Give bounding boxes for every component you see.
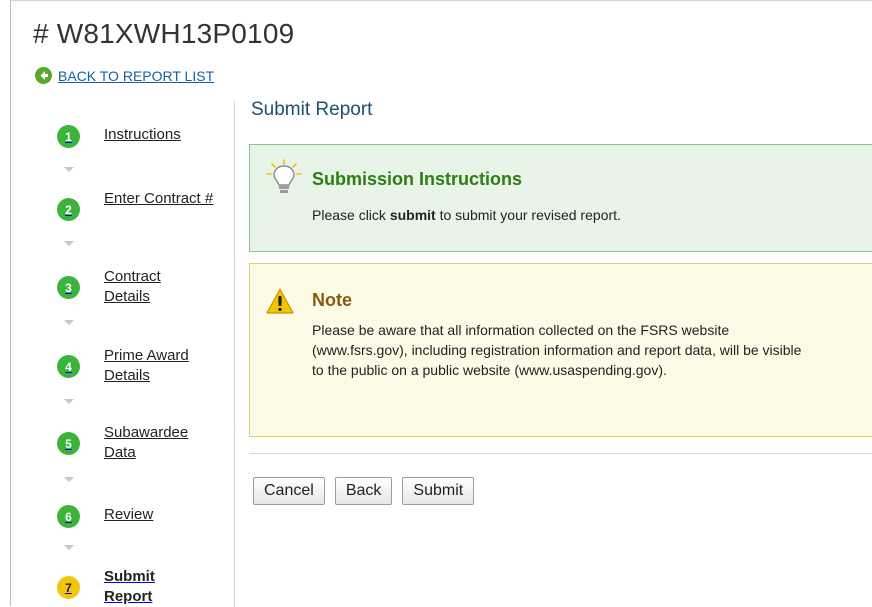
divider: [249, 453, 872, 454]
instructions-text-end: to submit your revised report.: [435, 207, 621, 223]
step-instructions[interactable]: 1 Instructions: [57, 125, 224, 148]
step-connector-icon: [64, 545, 74, 550]
back-arrow-icon: [35, 67, 52, 84]
step-number-badge: 4: [57, 355, 80, 378]
step-contract-details[interactable]: 3 Contract Details: [57, 267, 204, 307]
step-connector-icon: [64, 477, 74, 482]
instructions-text: Please click submit to submit your revis…: [312, 205, 621, 225]
step-number-badge: 5: [57, 432, 80, 455]
step-connector-icon: [64, 320, 74, 325]
step-number-badge: 2: [57, 198, 80, 221]
instructions-heading: Submission Instructions: [312, 169, 523, 189]
step-number-badge: 1: [57, 125, 80, 148]
back-to-report-list-link[interactable]: BACK TO REPORT LIST: [35, 67, 214, 84]
back-link-label: BACK TO REPORT LIST: [58, 67, 215, 84]
note-panel: Note Please be aware that all informatio…: [249, 263, 872, 437]
page-title: # W81XWH13P0109: [33, 18, 295, 49]
step-submit-report[interactable]: 7 Submit Report: [57, 567, 174, 607]
step-number-badge: 7: [57, 576, 80, 599]
submission-instructions-panel: Submission Instructions Please click sub…: [249, 144, 872, 252]
back-button[interactable]: Back: [334, 477, 393, 505]
note-text: Please be aware that all information col…: [312, 322, 802, 378]
step-prime-award-details[interactable]: 4 Prime Award Details: [57, 346, 212, 386]
step-number-badge: 3: [57, 276, 80, 299]
step-label: Instructions: [104, 126, 181, 143]
submit-button[interactable]: Submit: [402, 477, 475, 505]
step-review[interactable]: 6 Review: [57, 505, 224, 528]
step-connector-icon: [64, 167, 74, 172]
warning-icon: [266, 288, 294, 319]
action-buttons: Cancel Back Submit: [253, 477, 475, 505]
note-heading: Note: [312, 290, 352, 310]
page-frame: # W81XWH13P0109 BACK TO REPORT LIST 1 In…: [10, 0, 872, 607]
step-number-badge: 6: [57, 505, 80, 528]
step-connector-icon: [64, 399, 74, 404]
step-label: Contract Details: [104, 268, 161, 305]
cancel-button[interactable]: Cancel: [253, 477, 325, 505]
section-title: Submit Report: [251, 99, 373, 120]
step-subawardee-data[interactable]: 5 Subawardee Data: [57, 423, 212, 463]
instructions-text-bold: submit: [389, 207, 436, 223]
step-label: Enter Contract #: [104, 190, 214, 207]
step-connector-icon: [64, 241, 74, 246]
step-label: Submit Report: [104, 568, 155, 605]
instructions-text-start: Please click: [312, 207, 390, 223]
step-sidebar: 1 Instructions 2 Enter Contract # 3 Cont…: [35, 101, 235, 607]
step-label: Prime Award Details: [104, 347, 189, 384]
step-label: Review: [104, 506, 154, 523]
step-enter-contract[interactable]: 2 Enter Contract #: [57, 189, 224, 221]
lightbulb-icon: [264, 159, 304, 202]
step-label: Subawardee Data: [104, 424, 189, 461]
